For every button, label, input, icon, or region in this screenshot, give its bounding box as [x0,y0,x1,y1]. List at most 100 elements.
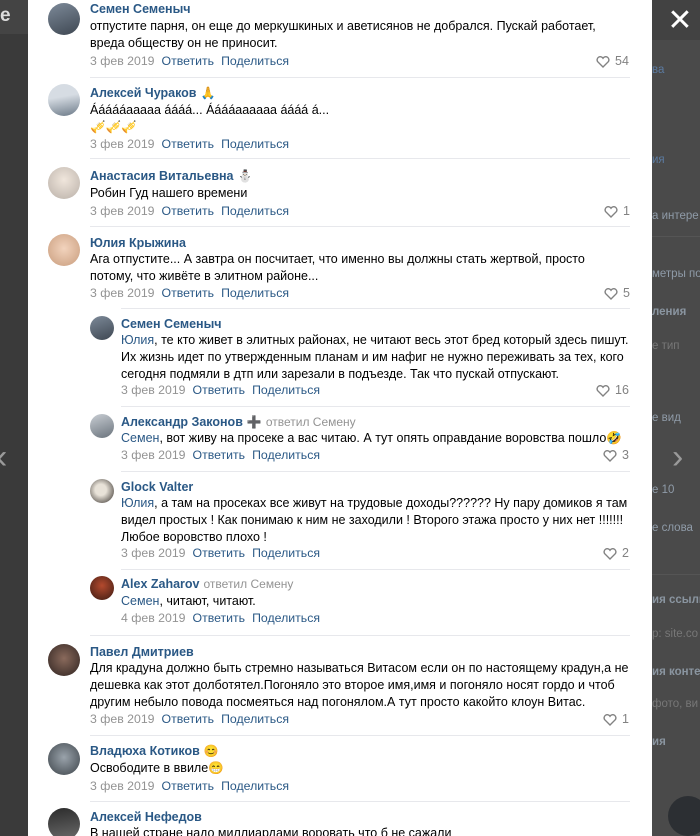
comment-author[interactable]: Семен Семеныч [90,2,191,16]
heart-icon [596,384,610,397]
reply-button[interactable]: Ответить [162,204,215,218]
share-button[interactable]: Поделиться [252,383,320,397]
share-button[interactable]: Поделиться [252,448,320,462]
comment-date[interactable]: 3 фев 2019 [121,448,186,462]
share-button[interactable]: Поделиться [221,54,289,68]
reply-button[interactable]: Ответить [162,779,215,793]
comment-header: Павел Дмитриев [90,645,194,660]
reply-button[interactable]: Ответить [162,137,215,151]
background-right-item: ия конте [652,666,700,678]
avatar[interactable] [90,479,114,503]
like-button[interactable]: 3 [603,448,629,463]
comment-header: Алексей Чураков 🙏 [90,86,215,101]
comment-meta: 3 фев 2019 Ответить Поделиться [90,204,289,219]
comment-body: отпустите парня, он еще до меркушкиных и… [90,19,596,50]
comment-date[interactable]: 3 фев 2019 [90,712,155,726]
background-divider [652,574,700,575]
reply-button[interactable]: Ответить [162,712,215,726]
like-button[interactable]: 54 [596,54,629,69]
like-count: 5 [623,286,630,300]
comment-text: Освободите в ввиле😁 [90,760,630,777]
avatar[interactable] [48,167,80,199]
reply-mention[interactable]: Семен [121,431,159,445]
comment-date[interactable]: 3 фев 2019 [121,546,186,560]
reply-button[interactable]: Ответить [162,54,215,68]
replied-to-label[interactable]: ответил Семену [204,577,294,591]
comment-date[interactable]: 3 фев 2019 [90,137,155,151]
share-button[interactable]: Поделиться [221,204,289,218]
comment-date[interactable]: 3 фев 2019 [90,204,155,218]
comment-date[interactable]: 3 фев 2019 [90,286,155,300]
comment-divider [121,569,630,570]
comment-author[interactable]: Семен Семеныч [121,317,222,331]
comment-divider [90,635,630,636]
background-right-item: ия [652,736,666,748]
comment-date[interactable]: 4 фев 2019 [121,611,186,625]
avatar[interactable] [90,316,114,340]
share-button[interactable]: Поделиться [252,546,320,560]
like-button[interactable]: 5 [604,286,630,301]
background-chat-button [668,796,700,836]
like-button[interactable]: 2 [603,546,629,561]
reply-mention[interactable]: Юлия [121,496,154,510]
comment-body: , а там на просеках все живут на трудовы… [121,496,628,544]
comment-date[interactable]: 3 фев 2019 [121,383,186,397]
avatar[interactable] [90,414,114,438]
heart-icon [603,449,617,462]
like-count: 16 [615,383,629,397]
share-button[interactable]: Поделиться [221,779,289,793]
comment-text: Семен, вот живу на просеке а вас читаю. … [121,430,630,447]
comment-header: Владюха Котиков 😊 [90,744,219,759]
reply-mention[interactable]: Семен [121,594,159,608]
comment-meta: 3 фев 2019 Ответить Поделиться [90,54,289,69]
avatar[interactable] [48,84,80,116]
avatar[interactable] [48,3,80,35]
avatar[interactable] [48,644,80,676]
replied-to-label[interactable]: ответил Семену [266,415,356,429]
like-count: 3 [622,448,629,462]
comment-divider [121,308,630,309]
background-right-item: ия ссылк [652,594,700,606]
comment-divider [90,77,630,78]
comment-body: В нашей стране надо миллиардами воровать… [90,826,452,836]
background-right-item: е тип [652,340,680,352]
like-button[interactable]: 16 [596,383,629,398]
comment-date[interactable]: 3 фев 2019 [90,779,155,793]
heart-icon [604,205,618,218]
comment-text: отпустите парня, он еще до меркушкиных и… [90,18,630,52]
share-button[interactable]: Поделиться [221,712,289,726]
reply-mention[interactable]: Юлия [121,333,154,347]
avatar[interactable] [48,743,80,775]
share-button[interactable]: Поделиться [221,286,289,300]
comment-body: , те кто живет в элитных районах, не чит… [121,333,629,381]
avatar[interactable] [48,808,80,836]
close-icon[interactable]: ✕ [664,6,696,36]
reply-button[interactable]: Ответить [193,448,246,462]
comment-author[interactable]: Анастасия Витальевна [90,169,234,183]
comment-text: Áááááaaaaa áááá... Ááááaaaaaa áááá á... … [90,102,630,136]
like-button[interactable]: 1 [603,712,629,727]
comment-author[interactable]: Алексей Нефедов [90,810,202,824]
comment-author[interactable]: Glock Valter [121,480,193,494]
reply-button[interactable]: Ответить [193,383,246,397]
heart-icon [603,547,617,560]
chevron-right-icon[interactable]: › [672,440,683,474]
reply-button[interactable]: Ответить [193,611,246,625]
comment-author[interactable]: Юлия Крыжина [90,236,186,250]
share-button[interactable]: Поделиться [252,611,320,625]
comment-author[interactable]: Алексей Чураков [90,86,196,100]
comment-author[interactable]: Павел Дмитриев [90,645,194,659]
chevron-left-icon[interactable]: ‹ [0,440,7,474]
comment-header: Анастасия Витальевна ⛄ [90,169,252,184]
reply-button[interactable]: Ответить [193,546,246,560]
share-button[interactable]: Поделиться [221,137,289,151]
avatar[interactable] [48,234,80,266]
avatar[interactable] [90,576,114,600]
emoji-icon: ⛄ [237,169,253,184]
comment-author[interactable]: Alex Zaharov [121,577,200,591]
reply-button[interactable]: Ответить [162,286,215,300]
like-button[interactable]: 1 [604,204,630,219]
comment-date[interactable]: 3 фев 2019 [90,54,155,68]
comment-author[interactable]: Владюха Котиков [90,744,200,758]
comment-author[interactable]: Александр Законов [121,415,243,429]
